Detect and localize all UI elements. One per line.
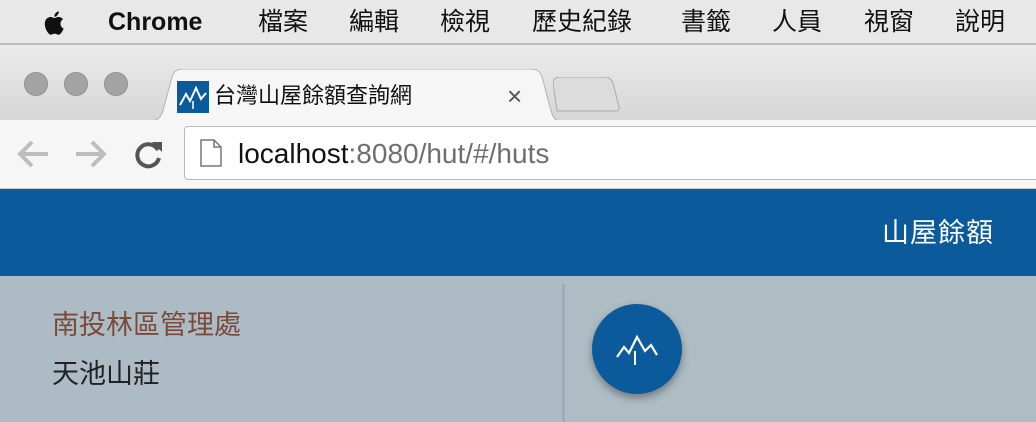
menu-history[interactable]: 歷史紀錄 [532, 0, 632, 44]
district-label: 南投林區管理處 [52, 310, 241, 340]
pane-divider [562, 284, 565, 422]
reload-icon[interactable] [130, 136, 166, 172]
minimize-window-button[interactable] [64, 72, 88, 96]
menu-view[interactable]: 檢視 [440, 0, 490, 44]
menu-chrome[interactable]: Chrome [108, 0, 202, 44]
menu-bar: Chrome 檔案 編輯 檢視 歷史紀錄 書籤 人員 視窗 說明 [0, 0, 1036, 44]
hut-list-item[interactable] [0, 276, 562, 422]
url-text[interactable]: localhost:8080/hut/#/huts [238, 136, 549, 172]
mountain-fab-button[interactable] [592, 304, 682, 394]
mountain-icon [177, 81, 209, 113]
back-arrow-icon[interactable] [16, 136, 52, 172]
page-icon [200, 139, 222, 167]
menu-bookmarks[interactable]: 書籤 [681, 0, 731, 44]
new-tab-button[interactable] [553, 77, 621, 113]
zoom-window-button[interactable] [104, 72, 128, 96]
app-bar: 山屋餘額 [0, 189, 1036, 276]
url-path: :8080/hut/#/huts [348, 138, 550, 169]
menu-edit[interactable]: 編輯 [349, 0, 399, 44]
app-title: 山屋餘額 [882, 218, 994, 248]
menu-help[interactable]: 說明 [955, 0, 1005, 44]
hut-name[interactable]: 天池山莊 [52, 355, 160, 393]
close-window-button[interactable] [24, 72, 48, 96]
url-host: localhost [238, 138, 349, 169]
menu-people[interactable]: 人員 [772, 0, 822, 44]
mountain-icon [616, 334, 658, 365]
forward-arrow-icon[interactable] [72, 136, 108, 172]
close-tab-icon[interactable]: × [507, 79, 522, 113]
tab-title: 台灣山屋餘額查詢網 [214, 83, 413, 108]
menu-window[interactable]: 視窗 [864, 0, 914, 44]
menu-file[interactable]: 檔案 [258, 0, 308, 44]
apple-icon[interactable] [40, 9, 70, 37]
tab-active[interactable]: 台灣山屋餘額查詢網 × [150, 69, 560, 121]
